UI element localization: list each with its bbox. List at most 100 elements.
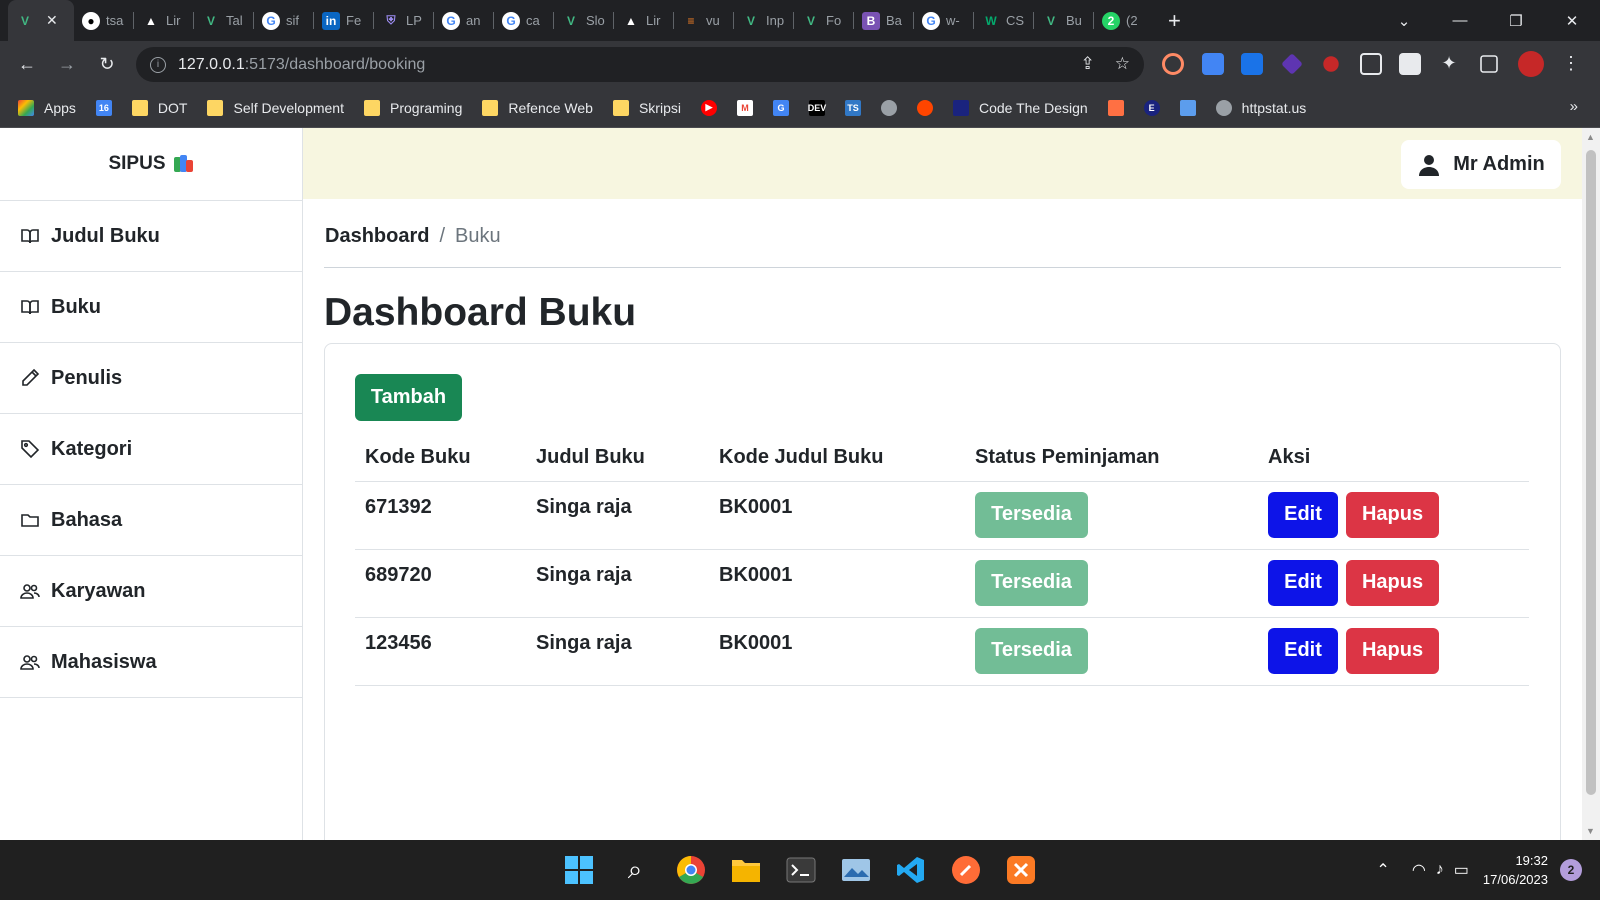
bookmark-folder[interactable]: DOT [131, 99, 187, 116]
browser-tab[interactable]: ● tsa [74, 0, 134, 41]
add-book-button[interactable]: Tambah [355, 374, 462, 421]
minimize-button[interactable]: — [1432, 12, 1488, 29]
photos-icon[interactable] [840, 854, 872, 886]
sidebar-item-kategori[interactable]: Kategori [0, 414, 302, 485]
bookmark-folder[interactable]: Refence Web [482, 99, 593, 116]
avatar[interactable] [1518, 51, 1544, 77]
clipboard-extension-icon[interactable] [1360, 53, 1382, 75]
edit-button[interactable]: Edit [1268, 491, 1338, 538]
browser-tab[interactable]: ▲ Lir [134, 0, 194, 41]
restore-button[interactable]: ❐ [1488, 12, 1544, 30]
close-window-button[interactable]: ✕ [1544, 12, 1600, 30]
gmail-icon: M [736, 99, 753, 116]
bookmark-folder[interactable]: Skripsi [612, 99, 681, 116]
edit-button[interactable]: Edit [1268, 627, 1338, 674]
browser-tab[interactable]: V Fo [794, 0, 854, 41]
chrome-icon[interactable] [675, 854, 707, 886]
info-icon[interactable]: i [150, 56, 166, 73]
sidebar-item-bahasa[interactable]: Bahasa [0, 485, 302, 556]
translate-extension-icon[interactable] [1202, 53, 1224, 75]
bookmark-star-icon[interactable]: ☆ [1115, 54, 1130, 74]
browser-tab[interactable]: Gan [434, 0, 494, 41]
bookmark-gmail[interactable]: M [736, 99, 753, 116]
bookmark-bicycle[interactable] [1179, 99, 1196, 116]
scroll-up-icon[interactable]: ▲ [1586, 132, 1595, 142]
brand[interactable]: SIPUS [0, 128, 302, 201]
search-icon[interactable]: ⌕ [619, 854, 651, 886]
page-scrollbar[interactable]: ▲ ▼ [1582, 128, 1600, 840]
sidebar-item-buku[interactable]: Buku [0, 272, 302, 343]
bookmark-e[interactable]: E [1143, 99, 1160, 116]
browser-tab[interactable]: B Ba [854, 0, 914, 41]
scrollbar-thumb[interactable] [1586, 150, 1596, 795]
address-bar[interactable]: i 127.0.0.1:5173/dashboard/booking ⇪ ☆ [136, 47, 1144, 82]
clock[interactable]: 19:32 17/06/2023 [1483, 851, 1548, 889]
browser-tab[interactable]: Gsif [254, 0, 314, 41]
browser-tab[interactable]: Gw- [914, 0, 974, 41]
extension-icon[interactable] [1162, 53, 1184, 75]
reload-button[interactable]: ↻ [87, 54, 127, 75]
share-icon[interactable]: ⇪ [1081, 54, 1095, 74]
xampp-icon[interactable] [1005, 854, 1037, 886]
browser-tab[interactable]: ⛨ LP [374, 0, 434, 41]
user-menu-button[interactable]: Mr Admin [1401, 140, 1561, 189]
bookmark-code-the-design[interactable]: Code The Design [952, 99, 1088, 116]
menu-icon[interactable]: ⋮ [1562, 53, 1584, 75]
gem-extension-icon[interactable] [1281, 53, 1303, 75]
forward-button[interactable]: → [47, 54, 87, 75]
browser-tab[interactable]: W CS [974, 0, 1034, 41]
windows-start-icon[interactable] [563, 854, 595, 886]
bookmark-apps[interactable]: Apps [18, 99, 76, 116]
wifi-icon[interactable]: ◠ [1412, 860, 1426, 880]
bookmark-typescript[interactable]: TS [844, 99, 861, 116]
browser-tab[interactable]: V Slo [554, 0, 614, 41]
bookmark-translate[interactable]: G [772, 99, 789, 116]
edit-button[interactable]: Edit [1268, 559, 1338, 606]
browser-tab[interactable]: ≡ vu [674, 0, 734, 41]
close-tab-icon[interactable]: ✕ [46, 12, 58, 29]
bookmark-dev[interactable]: DEV [808, 99, 826, 116]
browser-tab[interactable]: 2 (2 [1094, 0, 1154, 41]
key-extension-icon[interactable] [1323, 56, 1339, 72]
edit-extension-icon[interactable] [1399, 53, 1421, 75]
sidebar-item-karyawan[interactable]: Karyawan [0, 556, 302, 627]
breadcrumb-dashboard[interactable]: Dashboard [325, 225, 429, 248]
notification-badge[interactable]: 2 [1560, 859, 1582, 881]
back-button[interactable]: ← [7, 54, 47, 75]
browser-tab[interactable]: ▲ Lir [614, 0, 674, 41]
more-bookmarks-icon[interactable]: » [1570, 98, 1578, 115]
vscode-icon[interactable] [895, 854, 927, 886]
postman-icon[interactable] [950, 854, 982, 886]
bookmark-httpstat[interactable]: httpstat.us [1215, 99, 1306, 116]
file-explorer-icon[interactable] [730, 854, 762, 886]
delete-button[interactable]: Hapus [1346, 491, 1439, 538]
bookmark-calendar[interactable]: 16 [95, 99, 112, 116]
sidebar-item-penulis[interactable]: Penulis [0, 343, 302, 414]
font-extension-icon[interactable] [1241, 53, 1263, 75]
browser-tab[interactable]: V Bu [1034, 0, 1094, 41]
browser-tab[interactable]: in Fe [314, 0, 374, 41]
bookmark-grid[interactable] [1107, 99, 1124, 116]
sidepanel-icon[interactable] [1480, 55, 1498, 73]
bookmark-globe[interactable] [880, 99, 897, 116]
chevron-up-icon[interactable]: ⌃ [1376, 860, 1389, 880]
bookmark-folder[interactable]: Self Development [207, 99, 344, 116]
bookmark-folder[interactable]: Programing [364, 99, 462, 116]
tab-search-icon[interactable]: ⌄ [1376, 12, 1432, 30]
delete-button[interactable]: Hapus [1346, 559, 1439, 606]
volume-icon[interactable]: ♪ [1436, 861, 1444, 879]
bookmark-reddit[interactable] [916, 99, 933, 116]
browser-tab[interactable]: V Inp [734, 0, 794, 41]
puzzle-icon[interactable]: ✦ [1438, 53, 1460, 75]
new-tab-button[interactable]: + [1168, 8, 1181, 34]
browser-tab[interactable]: V Tal [194, 0, 254, 41]
sidebar-item-judul-buku[interactable]: Judul Buku [0, 201, 302, 272]
scroll-down-icon[interactable]: ▼ [1586, 826, 1595, 836]
tab-active[interactable]: V ✕ [8, 0, 74, 41]
bookmark-youtube[interactable]: ▶ [700, 99, 717, 116]
browser-tab[interactable]: Gca [494, 0, 554, 41]
sidebar-item-mahasiswa[interactable]: Mahasiswa [0, 627, 302, 698]
terminal-icon[interactable] [785, 854, 817, 886]
battery-icon[interactable]: ▭ [1454, 860, 1469, 880]
delete-button[interactable]: Hapus [1346, 627, 1439, 674]
